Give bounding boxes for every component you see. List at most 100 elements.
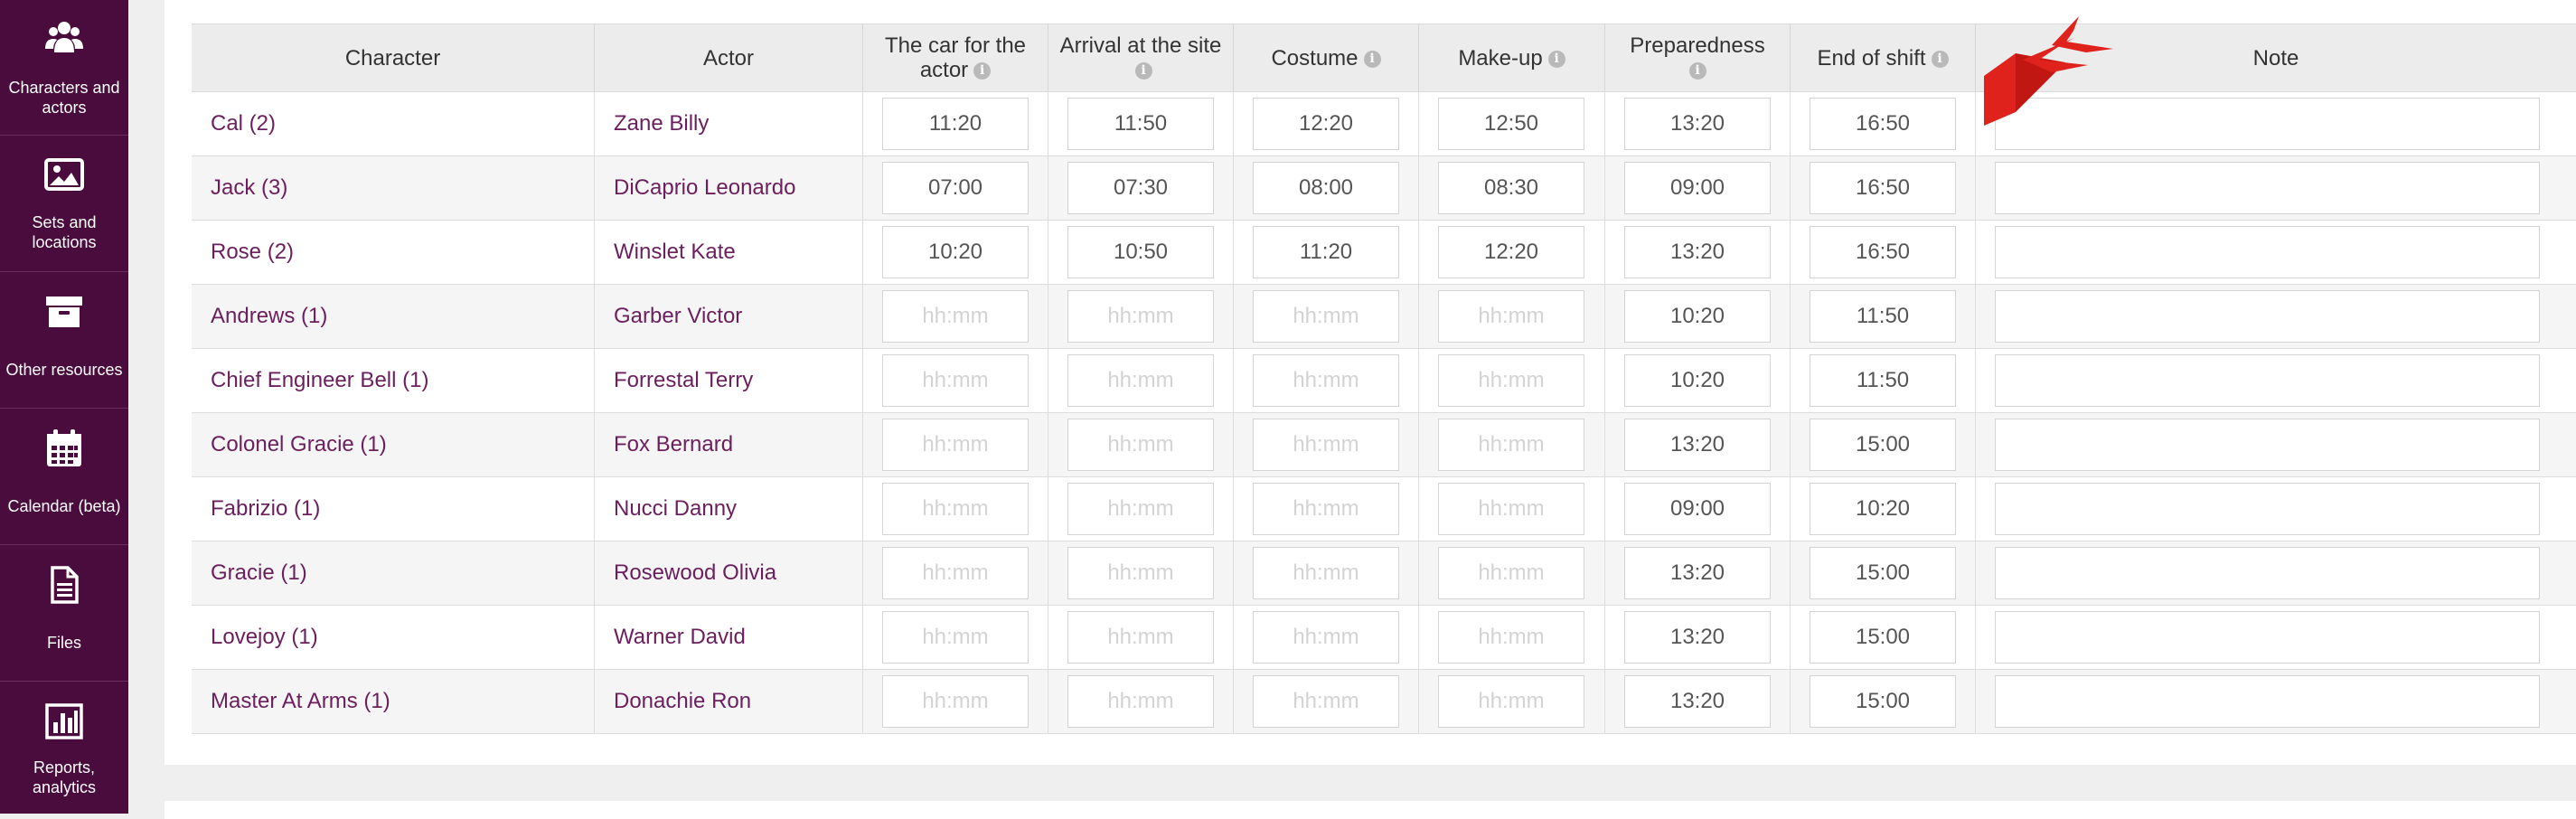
actor-link[interactable]: DiCaprio Leonardo [595, 156, 863, 220]
car-time-input[interactable]: 11:20 [882, 98, 1029, 150]
note-input[interactable] [1995, 419, 2540, 471]
preparedness-time-input[interactable]: 10:20 [1624, 354, 1771, 407]
info-icon[interactable]: i [1547, 50, 1565, 68]
preparedness-time-input[interactable]: 13:20 [1624, 419, 1771, 471]
character-link[interactable]: Lovejoy (1) [192, 606, 595, 669]
end-of-shift-time-input[interactable]: 16:50 [1810, 162, 1956, 214]
end-of-shift-time-input[interactable]: 16:50 [1810, 98, 1956, 150]
costume-time-input[interactable]: hh:mm [1253, 290, 1399, 343]
arrival-time-input[interactable]: hh:mm [1067, 611, 1214, 664]
makeup-time-input[interactable]: hh:mm [1438, 675, 1584, 728]
costume-time-input[interactable]: 11:20 [1253, 226, 1399, 278]
character-link[interactable]: Colonel Gracie (1) [192, 413, 595, 476]
car-time-input[interactable]: hh:mm [882, 675, 1029, 728]
costume-time-input[interactable]: 12:20 [1253, 98, 1399, 150]
costume-time-input[interactable]: hh:mm [1253, 611, 1399, 664]
makeup-time-input[interactable]: hh:mm [1438, 419, 1584, 471]
arrival-time-input[interactable]: hh:mm [1067, 290, 1214, 343]
arrival-time-input[interactable]: hh:mm [1067, 419, 1214, 471]
actor-link[interactable]: Fox Bernard [595, 413, 863, 476]
arrival-time-input[interactable]: hh:mm [1067, 547, 1214, 599]
sidebar-item-other-resources[interactable]: Other resources [0, 273, 128, 409]
actor-link[interactable]: Warner David [595, 606, 863, 669]
actor-link[interactable]: Rosewood Olivia [595, 541, 863, 605]
costume-time-input[interactable]: hh:mm [1253, 483, 1399, 535]
note-input[interactable] [1995, 226, 2540, 278]
note-input[interactable] [1995, 290, 2540, 343]
character-link[interactable]: Andrews (1) [192, 285, 595, 348]
character-link[interactable]: Chief Engineer Bell (1) [192, 349, 595, 412]
info-icon[interactable]: i [973, 62, 992, 80]
info-icon[interactable]: i [1134, 62, 1152, 80]
actor-link[interactable]: Winslet Kate [595, 221, 863, 284]
character-link[interactable]: Rose (2) [192, 221, 595, 284]
preparedness-time-input[interactable]: 13:20 [1624, 675, 1771, 728]
costume-time-input[interactable]: hh:mm [1253, 419, 1399, 471]
costume-time-input[interactable]: hh:mm [1253, 675, 1399, 728]
info-icon[interactable]: i [1363, 50, 1381, 68]
makeup-time-input[interactable]: 08:30 [1438, 162, 1584, 214]
preparedness-time-input[interactable]: 13:20 [1624, 611, 1771, 664]
actor-link[interactable]: Zane Billy [595, 92, 863, 155]
character-link[interactable]: Fabrizio (1) [192, 477, 595, 541]
arrival-time-input[interactable]: 10:50 [1067, 226, 1214, 278]
header-character[interactable]: Character [192, 24, 595, 91]
arrival-time-input[interactable]: 11:50 [1067, 98, 1214, 150]
car-time-input[interactable]: hh:mm [882, 547, 1029, 599]
end-of-shift-time-input[interactable]: 11:50 [1810, 290, 1956, 343]
preparedness-time-input[interactable]: 10:20 [1624, 290, 1771, 343]
note-input[interactable] [1995, 675, 2540, 728]
actor-link[interactable]: Nucci Danny [595, 477, 863, 541]
arrival-time-input[interactable]: hh:mm [1067, 354, 1214, 407]
makeup-time-input[interactable]: hh:mm [1438, 290, 1584, 343]
character-link[interactable]: Gracie (1) [192, 541, 595, 605]
arrival-time-input[interactable]: hh:mm [1067, 675, 1214, 728]
costume-time-input[interactable]: hh:mm [1253, 547, 1399, 599]
makeup-time-input[interactable]: 12:50 [1438, 98, 1584, 150]
note-input[interactable] [1995, 162, 2540, 214]
note-input[interactable] [1995, 611, 2540, 664]
note-input[interactable] [1995, 547, 2540, 599]
info-icon[interactable]: i [1931, 50, 1949, 68]
car-time-input[interactable]: hh:mm [882, 483, 1029, 535]
header-actor[interactable]: Actor [595, 24, 863, 91]
end-of-shift-time-input[interactable]: 11:50 [1810, 354, 1956, 407]
end-of-shift-time-input[interactable]: 16:50 [1810, 226, 1956, 278]
car-time-input[interactable]: 07:00 [882, 162, 1029, 214]
makeup-time-input[interactable]: hh:mm [1438, 483, 1584, 535]
actor-link[interactable]: Garber Victor [595, 285, 863, 348]
sidebar-item-files[interactable]: Files [0, 546, 128, 682]
character-link[interactable]: Jack (3) [192, 156, 595, 220]
end-of-shift-time-input[interactable]: 15:00 [1810, 547, 1956, 599]
end-of-shift-time-input[interactable]: 15:00 [1810, 675, 1956, 728]
makeup-time-input[interactable]: hh:mm [1438, 547, 1584, 599]
car-time-input[interactable]: hh:mm [882, 419, 1029, 471]
makeup-time-input[interactable]: 12:20 [1438, 226, 1584, 278]
sidebar-item-characters-and-actors[interactable]: Characters and actors [0, 0, 128, 136]
actor-link[interactable]: Forrestal Terry [595, 349, 863, 412]
preparedness-time-input[interactable]: 09:00 [1624, 483, 1771, 535]
arrival-time-input[interactable]: 07:30 [1067, 162, 1214, 214]
preparedness-time-input[interactable]: 13:20 [1624, 226, 1771, 278]
end-of-shift-time-input[interactable]: 10:20 [1810, 483, 1956, 535]
character-link[interactable]: Cal (2) [192, 92, 595, 155]
note-input[interactable] [1995, 483, 2540, 535]
character-link[interactable]: Master At Arms (1) [192, 670, 595, 733]
car-time-input[interactable]: hh:mm [882, 611, 1029, 664]
sidebar-item-calendar[interactable]: Calendar (beta) [0, 410, 128, 545]
car-time-input[interactable]: hh:mm [882, 290, 1029, 343]
note-input[interactable] [1995, 354, 2540, 407]
sidebar-item-sets-and-locations[interactable]: Sets and locations [0, 136, 128, 272]
preparedness-time-input[interactable]: 13:20 [1624, 547, 1771, 599]
car-time-input[interactable]: hh:mm [882, 354, 1029, 407]
info-icon[interactable]: i [1688, 62, 1706, 80]
end-of-shift-time-input[interactable]: 15:00 [1810, 611, 1956, 664]
actor-link[interactable]: Donachie Ron [595, 670, 863, 733]
car-time-input[interactable]: 10:20 [882, 226, 1029, 278]
end-of-shift-time-input[interactable]: 15:00 [1810, 419, 1956, 471]
makeup-time-input[interactable]: hh:mm [1438, 354, 1584, 407]
costume-time-input[interactable]: hh:mm [1253, 354, 1399, 407]
preparedness-time-input[interactable]: 09:00 [1624, 162, 1771, 214]
arrival-time-input[interactable]: hh:mm [1067, 483, 1214, 535]
makeup-time-input[interactable]: hh:mm [1438, 611, 1584, 664]
